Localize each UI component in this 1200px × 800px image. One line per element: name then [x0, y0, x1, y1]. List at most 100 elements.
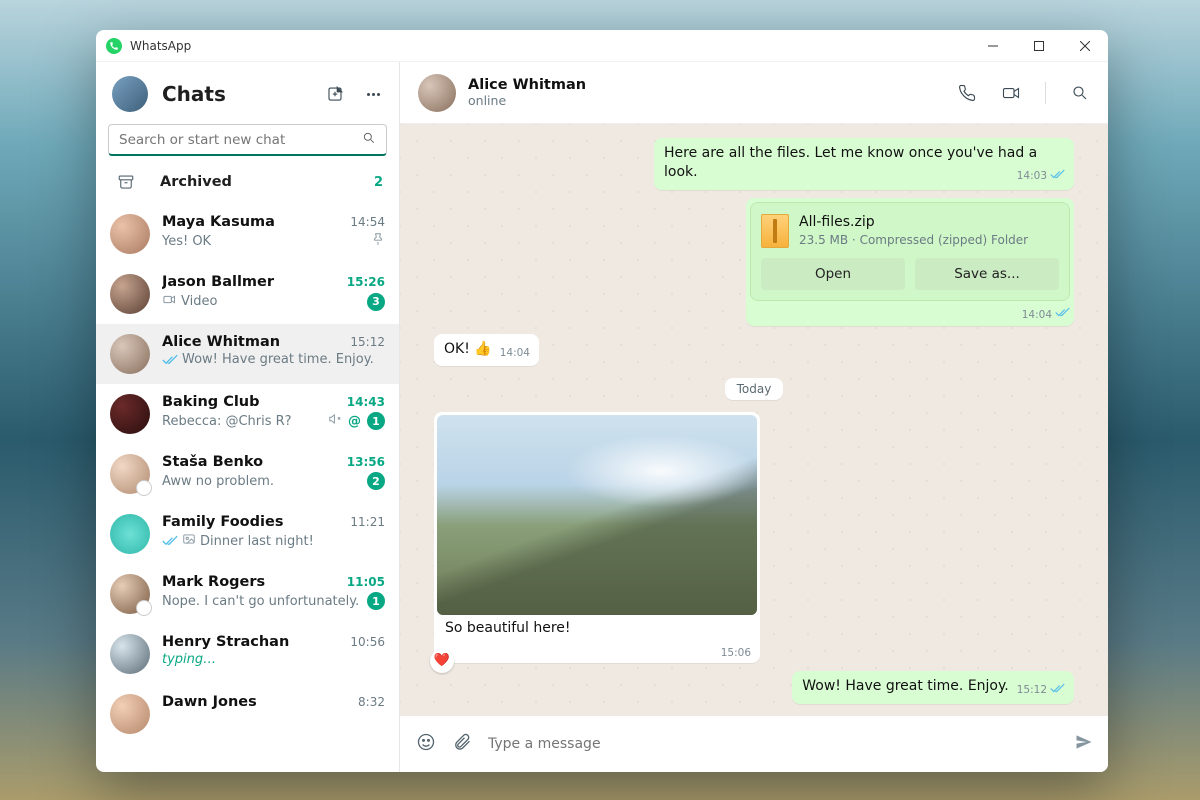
photo-thumbnail[interactable]: [437, 415, 757, 615]
message-text: OK! 👍: [444, 341, 492, 357]
me-avatar[interactable]: [112, 76, 148, 112]
chat-name: Henry Strachan: [162, 634, 289, 650]
message-file-out[interactable]: All-files.zip 23.5 MB · Compressed (zipp…: [746, 198, 1074, 326]
avatar: [110, 454, 150, 494]
message-time: 15:06: [721, 646, 751, 660]
video-icon: [162, 292, 177, 311]
avatar: [110, 214, 150, 254]
chat-preview: Aww no problem.: [162, 474, 274, 489]
chat-time: 11:21: [350, 515, 385, 529]
messages-area[interactable]: Here are all the files. Let me know once…: [400, 124, 1108, 716]
chat-time: 8:32: [358, 695, 385, 709]
avatar: [110, 634, 150, 674]
archived-row[interactable]: Archived 2: [96, 160, 399, 204]
chat-item[interactable]: Mark Rogers 11:05 Nope. I can't go unfort…: [96, 564, 399, 624]
new-chat-button[interactable]: [325, 84, 345, 104]
zip-file-icon: [761, 214, 789, 248]
unread-badge: 2: [367, 472, 385, 490]
chat-item[interactable]: Dawn Jones 8:32: [96, 684, 399, 744]
file-name: All-files.zip: [799, 213, 1028, 232]
titlebar: WhatsApp: [96, 30, 1108, 62]
sidebar: Chats Archived 2: [96, 62, 400, 772]
contact-avatar[interactable]: [418, 74, 456, 112]
conversation-header[interactable]: Alice Whitman online: [400, 62, 1108, 124]
mention-icon: @: [348, 414, 361, 429]
message-time: 14:03: [1017, 169, 1047, 183]
chat-name: Maya Kasuma: [162, 214, 275, 230]
chat-list[interactable]: Maya Kasuma 14:54 Yes! OK Jason Ballmer15…: [96, 204, 399, 772]
chat-time: 11:05: [347, 575, 385, 589]
app-window: WhatsApp Chats: [96, 30, 1108, 772]
sidebar-header: Chats: [96, 62, 399, 116]
whatsapp-logo-icon: [106, 38, 122, 54]
chat-name: Jason Ballmer: [162, 274, 274, 290]
attach-button[interactable]: [452, 732, 472, 756]
avatar: [110, 334, 150, 374]
window-maximize-button[interactable]: [1016, 30, 1062, 62]
more-menu-button[interactable]: [363, 84, 383, 104]
reaction-heart[interactable]: ❤️: [430, 649, 454, 673]
message-photo-in[interactable]: So beautiful here! 15:06 ❤️: [434, 412, 760, 662]
search-field[interactable]: [108, 124, 387, 156]
composer-input[interactable]: [488, 736, 1058, 752]
sidebar-heading: Chats: [162, 82, 226, 106]
chat-time: 14:54: [350, 215, 385, 229]
chat-preview: Rebecca: @Chris R?: [162, 414, 292, 429]
message-time: 14:04: [1022, 308, 1052, 322]
file-open-button[interactable]: Open: [761, 258, 905, 290]
chat-time: 10:56: [350, 635, 385, 649]
chat-item[interactable]: Family Foodies11:21 Dinner last night!: [96, 504, 399, 564]
chat-preview: Yes! OK: [162, 234, 211, 249]
chat-item[interactable]: Staša Benko 13:56 Aww no problem. 2: [96, 444, 399, 504]
chat-time: 13:56: [347, 455, 385, 469]
chat-item[interactable]: Maya Kasuma 14:54 Yes! OK: [96, 204, 399, 264]
message-time: 14:04: [500, 346, 530, 360]
avatar: [110, 514, 150, 554]
chat-item[interactable]: Jason Ballmer15:26 Video 3: [96, 264, 399, 324]
window-close-button[interactable]: [1062, 30, 1108, 62]
avatar: [110, 274, 150, 314]
search-in-chat-button[interactable]: [1070, 83, 1090, 103]
voice-call-button[interactable]: [957, 83, 977, 103]
read-ticks-icon: [162, 354, 178, 366]
search-input[interactable]: [119, 132, 362, 148]
file-saveas-button[interactable]: Save as...: [915, 258, 1059, 290]
unread-badge: 1: [367, 592, 385, 610]
contact-name: Alice Whitman: [468, 77, 586, 93]
window-minimize-button[interactable]: [970, 30, 1016, 62]
chat-name: Dawn Jones: [162, 694, 257, 710]
chat-name: Alice Whitman: [162, 334, 280, 350]
read-ticks-icon: [1050, 683, 1065, 698]
muted-icon: [328, 412, 342, 430]
chat-preview: Wow! Have great time. Enjoy.: [182, 352, 374, 367]
chat-typing: typing…: [162, 652, 216, 667]
chat-item[interactable]: Baking Club14:43 Rebecca: @Chris R? @ 1: [96, 384, 399, 444]
read-ticks-icon: [1055, 307, 1070, 322]
chat-time: 14:43: [347, 395, 385, 409]
chat-item[interactable]: Henry Strachan 10:56 typing…: [96, 624, 399, 684]
message-time: 15:12: [1017, 683, 1047, 697]
chat-item[interactable]: Alice Whitman15:12 Wow! Have great time.…: [96, 324, 399, 384]
video-call-button[interactable]: [1001, 83, 1021, 103]
unread-badge: 1: [367, 412, 385, 430]
read-ticks-icon: [162, 535, 178, 547]
search-icon: [362, 130, 376, 149]
composer: [400, 716, 1108, 772]
read-ticks-icon: [1050, 169, 1065, 184]
chat-name: Staša Benko: [162, 454, 263, 470]
chat-preview: Nope. I can't go unfortunately.: [162, 594, 359, 609]
chat-preview: Video: [181, 294, 217, 309]
message-text: Wow! Have great time. Enjoy.: [802, 678, 1008, 694]
send-button[interactable]: [1074, 732, 1094, 756]
window-title: WhatsApp: [130, 39, 191, 53]
photo-caption: So beautiful here!: [437, 615, 757, 640]
message-out[interactable]: Wow! Have great time. Enjoy. 15:12: [792, 671, 1074, 704]
emoji-button[interactable]: [416, 732, 436, 756]
contact-status: online: [468, 93, 586, 108]
message-out[interactable]: Here are all the files. Let me know once…: [654, 138, 1074, 190]
message-in[interactable]: OK! 👍 14:04: [434, 334, 539, 366]
file-meta: 23.5 MB · Compressed (zipped) Folder: [799, 232, 1028, 248]
archived-label: Archived: [160, 174, 232, 190]
chat-name: Mark Rogers: [162, 574, 265, 590]
photo-icon: [182, 532, 196, 550]
